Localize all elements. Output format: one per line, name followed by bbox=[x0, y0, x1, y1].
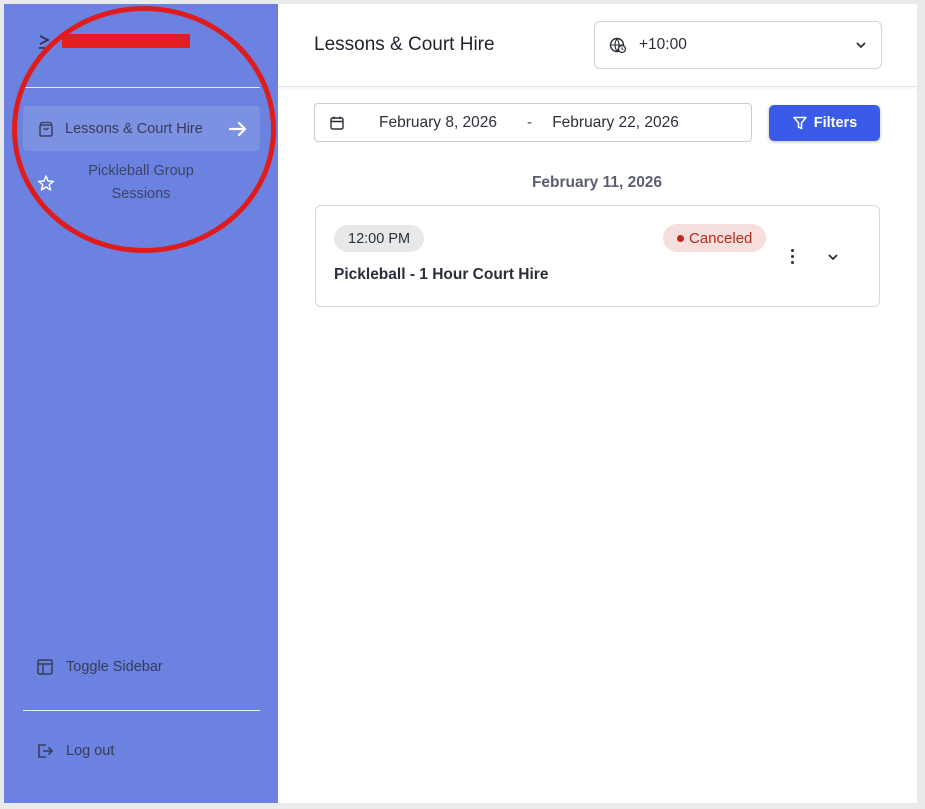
booking-time-pill: 12:00 PM bbox=[334, 225, 425, 252]
brand-name-redacted: redacted bbox=[62, 34, 190, 48]
booking-card[interactable]: 12:00 PM Pickleball - 1 Hour Court Hire … bbox=[315, 205, 880, 307]
page-title: Lessons & Court Hire bbox=[314, 34, 495, 55]
more-options-icon[interactable] bbox=[782, 244, 802, 268]
start-date-field[interactable]: February 8, 2026 bbox=[379, 114, 497, 132]
filters-button-label: Filters bbox=[813, 115, 858, 131]
sidebar: redacted Lessons & Court Hire Pickleball… bbox=[4, 4, 278, 803]
chevron-down-icon bbox=[856, 42, 866, 49]
expand-chevron-icon[interactable] bbox=[827, 251, 839, 263]
status-dot-icon bbox=[677, 234, 684, 242]
page-header: Lessons & Court Hire +10:00 bbox=[278, 4, 917, 87]
toggle-sidebar-button[interactable]: Toggle Sidebar bbox=[36, 658, 163, 676]
logout-icon bbox=[38, 744, 54, 758]
globe-clock-icon bbox=[609, 37, 627, 54]
calendar-icon bbox=[330, 116, 344, 130]
logout-button[interactable]: Log out bbox=[36, 742, 114, 760]
filter-funnel-icon bbox=[792, 116, 807, 130]
arrow-right-icon bbox=[228, 121, 247, 136]
date-range-separator: - bbox=[527, 113, 533, 131]
booking-title: Pickleball - 1 Hour Court Hire bbox=[334, 266, 549, 283]
main-content: Lessons & Court Hire +10:00 February 8, … bbox=[278, 4, 917, 803]
booking-time: 12:00 PM bbox=[348, 230, 411, 247]
sidebar-item-label: Pickleball Group Sessions bbox=[88, 163, 194, 202]
sidebar-divider bbox=[23, 710, 260, 711]
brand-logo-icon bbox=[39, 35, 51, 49]
date-range-picker[interactable]: February 8, 2026 - February 22, 2026 bbox=[314, 103, 752, 142]
brand[interactable]: redacted bbox=[38, 32, 190, 50]
sidebar-item-lessons-court-hire[interactable]: Lessons & Court Hire bbox=[23, 106, 260, 151]
end-date-field[interactable]: February 22, 2026 bbox=[552, 114, 679, 132]
toggle-sidebar-label: Toggle Sidebar bbox=[66, 659, 163, 675]
app-window: redacted Lessons & Court Hire Pickleball… bbox=[4, 4, 917, 803]
schedule-date-heading: February 11, 2026 bbox=[531, 174, 663, 191]
sidebar-item-pickleball-group-sessions[interactable]: Pickleball Group Sessions bbox=[23, 157, 260, 209]
timezone-value: +10:00 bbox=[639, 36, 687, 53]
logout-label: Log out bbox=[66, 743, 115, 759]
sidebar-layout-icon bbox=[37, 659, 53, 675]
shopping-bag-icon bbox=[39, 121, 53, 137]
status-badge: Canceled bbox=[663, 224, 767, 252]
status-label: Canceled bbox=[689, 229, 753, 247]
filters-button[interactable]: Filters bbox=[769, 105, 880, 141]
sidebar-divider bbox=[23, 87, 260, 88]
timezone-select[interactable]: +10:00 bbox=[594, 21, 882, 69]
star-icon bbox=[37, 175, 55, 191]
sidebar-item-label: Lessons & Court Hire bbox=[65, 120, 203, 137]
